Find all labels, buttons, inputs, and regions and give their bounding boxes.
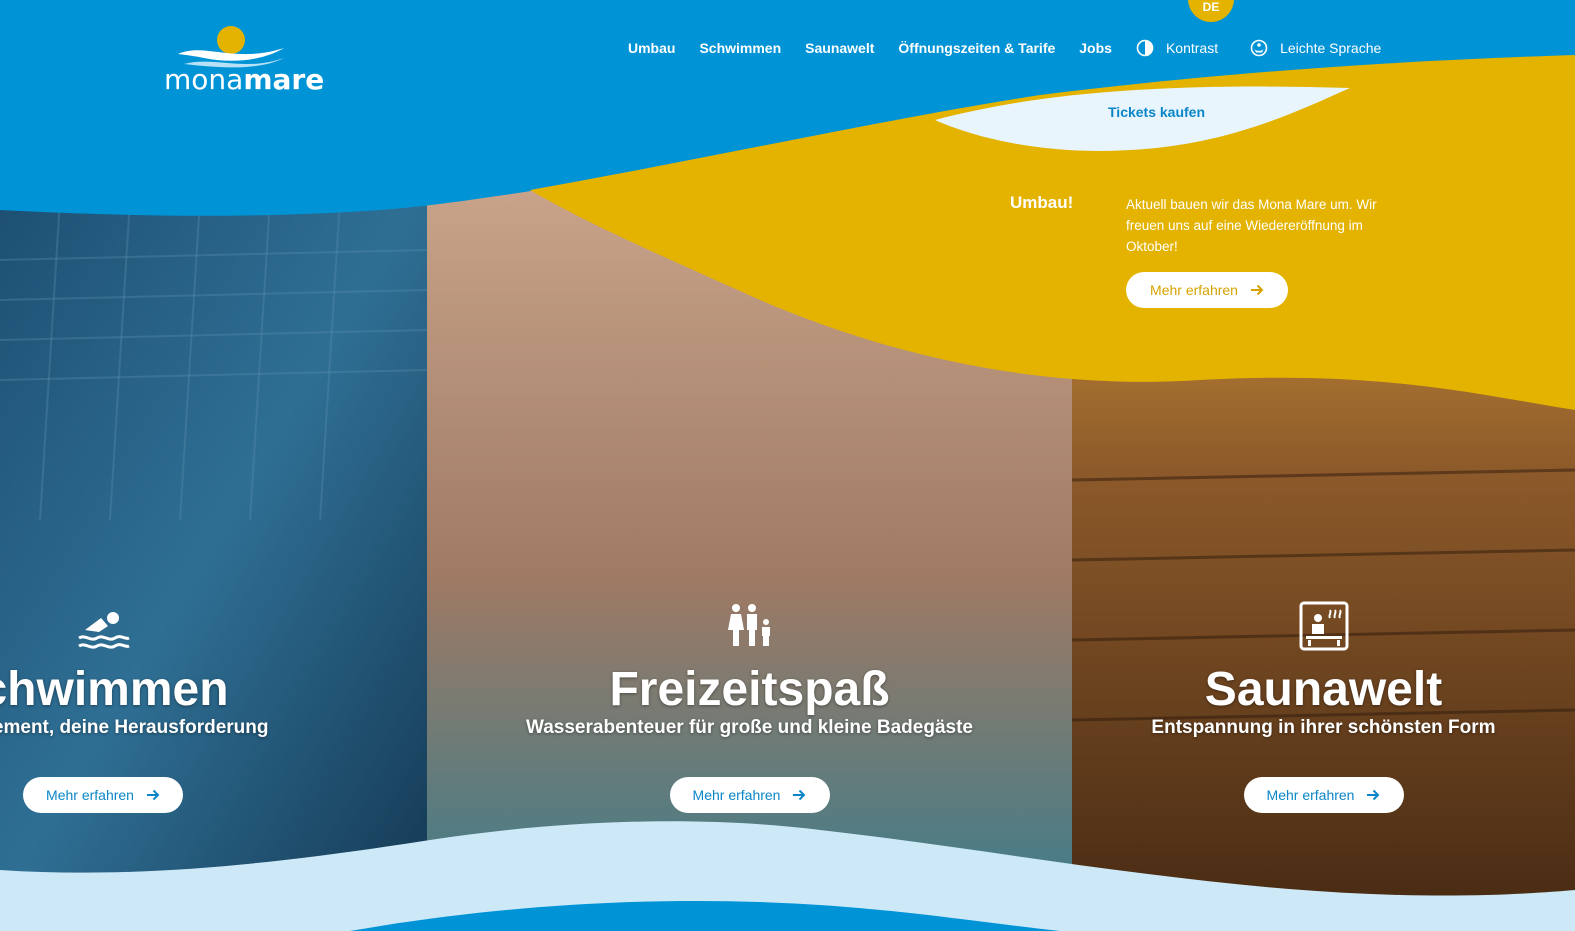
tickets-button[interactable]: Tickets kaufen (1108, 104, 1205, 120)
panel-subtitle: Wasserabenteuer für große und kleine Bad… (526, 717, 973, 738)
panel-title: Freizeitspaß (609, 663, 890, 716)
easy-language-label: Leichte Sprache (1280, 40, 1382, 56)
contrast-label: Kontrast (1165, 40, 1219, 56)
nav-item-schwimmen[interactable]: Schwimmen (699, 38, 781, 58)
contrast-toggle[interactable]: Kontrast (1136, 38, 1218, 58)
logo-text-bold: mare (243, 63, 325, 96)
nav-item-umbau[interactable]: Umbau (628, 38, 675, 58)
arrow-right-icon (146, 789, 160, 801)
panel-button-label: Mehr erfahren (1266, 787, 1355, 803)
sauna-icon (1299, 601, 1348, 651)
panel-more-button[interactable]: Mehr erfahren (23, 777, 183, 813)
panel-more-button[interactable]: Mehr erfahren (669, 777, 830, 813)
main-navigation: Umbau Schwimmen Saunawelt Öffnungszeiten… (628, 38, 1381, 58)
panel-saunawelt: Saunawelt Entspannung in ihrer schönsten… (1072, 180, 1575, 880)
language-label: DE (1202, 0, 1220, 14)
nav-item-saunawelt[interactable]: Saunawelt (805, 38, 874, 58)
panel-subtitle: Entspannung in ihrer schönsten Form (1151, 717, 1496, 738)
arrow-right-icon (793, 789, 806, 801)
nav-item-jobs[interactable]: Jobs (1079, 38, 1112, 58)
logo-text-light: mona (164, 63, 244, 96)
panel-title: Schwimmen (0, 663, 229, 716)
panel-more-button[interactable]: Mehr erfahren (1243, 777, 1404, 813)
nav-item-oeffnungszeiten[interactable]: Öffnungszeiten & Tarife (898, 38, 1055, 58)
easy-language-link[interactable]: Leichte Sprache (1250, 38, 1381, 58)
swimmer-icon (78, 612, 130, 649)
panel-button-label: Mehr erfahren (692, 787, 781, 803)
panel-button-label: Mehr erfahren (46, 787, 134, 803)
arrow-right-icon (1367, 789, 1380, 801)
panel-title: Saunawelt (1204, 663, 1443, 716)
contrast-icon (1136, 39, 1154, 57)
panel-freizeitspass: Freizeitspaß Wasserabenteuer für große u… (427, 180, 1072, 880)
family-icon (727, 604, 770, 646)
panel-schwimmen: Schwimmen Dein Element, deine Herausford… (0, 180, 427, 880)
easy-language-icon (1250, 39, 1268, 57)
panel-subtitle: Dein Element, deine Herausforderung (0, 717, 269, 738)
mona-mare-logo[interactable]: monamare (164, 24, 324, 98)
sun-wave-icon (178, 26, 284, 68)
